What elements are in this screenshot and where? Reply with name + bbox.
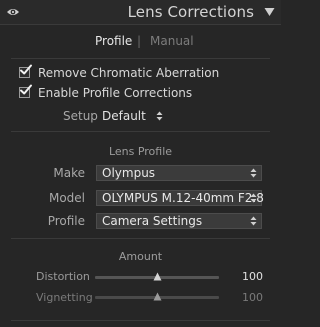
make-dropdown[interactable]: Olympus <box>96 165 262 181</box>
triangle-down-icon[interactable] <box>264 7 275 17</box>
panel-title[interactable]: Lens Corrections <box>128 3 254 21</box>
setup-dropdown[interactable]: Default <box>102 109 163 123</box>
distortion-slider-thumb[interactable] <box>153 272 162 281</box>
up-down-arrows-icon <box>250 168 257 178</box>
lens-profile-heading: Lens Profile <box>108 145 173 158</box>
profile-label: Profile <box>47 214 85 228</box>
panel-header[interactable]: Lens Corrections <box>0 0 281 25</box>
divider <box>11 131 270 132</box>
vignetting-slider-thumb[interactable] <box>153 292 162 301</box>
distortion-value[interactable]: 100 <box>242 270 263 283</box>
divider <box>11 58 270 59</box>
divider <box>11 320 270 321</box>
distortion-label: Distortion <box>36 270 90 283</box>
divider <box>11 238 270 239</box>
profile-value: Camera Settings <box>102 214 203 228</box>
up-down-arrows-icon <box>250 193 257 203</box>
checkbox-label: Remove Chromatic Aberration <box>38 66 220 80</box>
lens-corrections-panel: Lens Corrections Profile | Manual Remove… <box>0 0 281 327</box>
tab-bar: Profile | Manual <box>0 34 281 50</box>
model-value: OLYMPUS M.12-40mm F2.8 <box>102 191 264 205</box>
make-value: Olympus <box>102 166 156 180</box>
checkbox-label: Enable Profile Corrections <box>38 86 193 100</box>
vignetting-value[interactable]: 100 <box>242 291 263 304</box>
setup-label: Setup <box>63 109 98 123</box>
up-down-arrows-icon <box>250 216 257 226</box>
amount-heading: Amount <box>118 250 163 263</box>
eye-icon[interactable] <box>6 5 20 19</box>
profile-dropdown[interactable]: Camera Settings <box>96 213 262 229</box>
setup-value: Default <box>102 109 146 123</box>
model-dropdown[interactable]: OLYMPUS M.12-40mm F2.8 <box>96 190 264 206</box>
model-label: Model <box>48 191 85 205</box>
make-label: Make <box>53 166 85 180</box>
checkmark-icon <box>20 84 32 95</box>
tab-manual[interactable]: Manual <box>150 34 194 48</box>
up-down-arrows-icon <box>156 111 163 121</box>
tab-profile[interactable]: Profile <box>95 34 132 48</box>
checkmark-icon <box>20 64 32 75</box>
vignetting-label: Vignetting <box>36 291 93 304</box>
tab-separator: | <box>137 34 142 48</box>
